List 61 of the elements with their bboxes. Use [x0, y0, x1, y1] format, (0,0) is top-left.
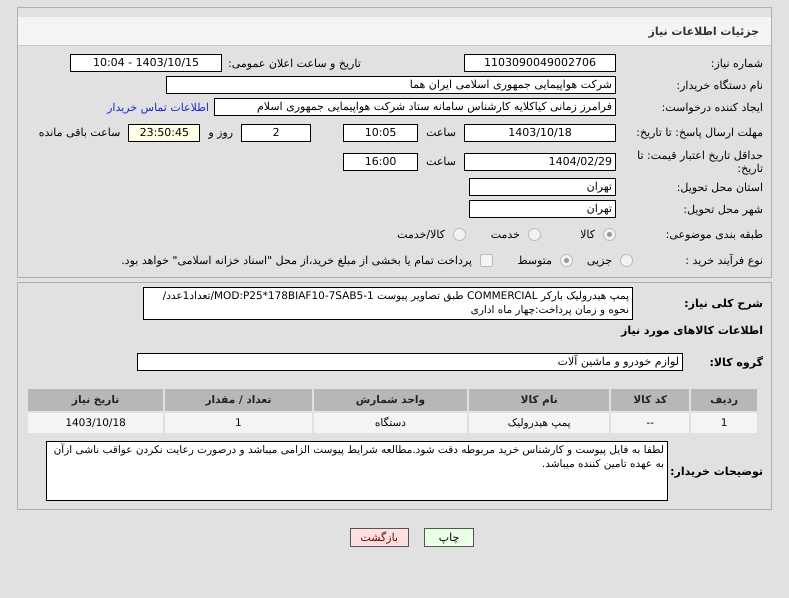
input-field[interactable]: لوازم خودرو و ماشین آلات — [137, 353, 683, 371]
back-button[interactable]: بازگشت — [350, 528, 409, 547]
radio-button[interactable] — [528, 228, 541, 241]
column-header: تاریخ نیاز — [27, 388, 164, 412]
input-field[interactable]: 2 — [241, 124, 312, 142]
column-header: ردیف — [690, 388, 758, 412]
checkbox-label: پرداخت تمام یا بخشی از مبلغ خرید،از محل "اسناد خزانه اسلامی" خواهد بود. — [121, 254, 472, 266]
text-area[interactable]: لطفا به فایل پیوست و کارشناس خرید مربوطه دقت شود.مطالعه شرایط پیوست الزامی میباشد و درصورت رعایت نکردن عواقب ناشی ازآن به عهده تامین کننده میباشد. — [46, 441, 668, 501]
radio-button[interactable] — [560, 254, 573, 266]
table-cell: -- — [610, 412, 690, 434]
field-label: نام دستگاه خریدار: — [675, 78, 763, 92]
field-label: ساعت — [425, 155, 457, 168]
field-label: روز و — [206, 126, 234, 139]
column-header: واحد شمارش — [312, 388, 468, 412]
field-label: استان محل تحویل: — [676, 180, 763, 194]
field-label: طبقه بندی موضوعی: — [664, 228, 763, 241]
input-field[interactable]: 10:05 — [343, 124, 418, 142]
table-cell: 1 — [164, 412, 313, 434]
field-label: توضیحات خریدار: — [669, 464, 763, 478]
input-field[interactable]: 1403/10/18 — [464, 124, 616, 142]
input-field[interactable]: 1404/02/29 — [464, 152, 616, 170]
radio-button[interactable] — [603, 228, 616, 241]
input-field[interactable]: 1103090049002706 — [464, 54, 616, 72]
radio-button[interactable] — [453, 228, 466, 241]
input-field[interactable]: فرامرز زمانی کیاکلایه کارشناس سامانه ستاد شرکت هواپیمایی جمهوری اسلام — [214, 98, 616, 116]
table-cell: پمپ هیدرولیک — [468, 412, 610, 434]
table-cell: دستگاه — [312, 412, 468, 434]
option-label: خدمت — [490, 228, 520, 241]
field-label: تاریخ و ساعت اعلان عمومی: — [227, 56, 362, 70]
print-button[interactable]: چاپ — [424, 528, 474, 547]
column-header: تعداد / مقدار — [164, 388, 313, 412]
option-label: متوسط — [517, 254, 552, 266]
field-label: ساعت — [425, 126, 457, 139]
input-field[interactable]: تهران — [469, 200, 616, 218]
field-label: مهلت ارسال پاسخ: تا تاریخ: — [635, 126, 763, 139]
input-field[interactable]: تهران — [469, 178, 616, 196]
input-field[interactable]: 16:00 — [343, 152, 418, 170]
contact-link[interactable]: اطلاعات تماس خریدار — [107, 100, 209, 114]
checkbox[interactable] — [480, 254, 493, 266]
option-label: جزیی — [586, 254, 612, 266]
field-label: شماره نیاز: — [710, 56, 763, 70]
field-label: شرح کلی نیاز: — [683, 297, 763, 310]
countdown-field[interactable]: 23:50:45 — [128, 124, 200, 142]
section-title: اطلاعات کالاهای مورد نیاز — [620, 324, 763, 337]
text-area[interactable]: پمپ هیدرولیک بارکر COMMERCIAL طبق تصاویر پیوست MOD:P25*178BIAF10-7SAB5-1/تعداد1عدد/نحوه و زمان پرداخت:چهار ماه اداری — [143, 287, 633, 320]
field-label: ایجاد کننده درخواست: — [660, 100, 763, 114]
option-label: کالا — [580, 228, 595, 241]
field-label: ساعت باقی مانده — [38, 126, 122, 139]
radio-button[interactable] — [620, 254, 633, 266]
column-header: نام کالا — [468, 388, 610, 412]
input-field[interactable]: شرکت هواپیمایی جمهوری اسلامی ایران هما — [166, 76, 616, 94]
input-field[interactable]: 1403/10/15 - 10:04 — [70, 54, 222, 72]
table-cell: 1403/10/18 — [27, 412, 164, 434]
option-label: کالا/خدمت — [397, 228, 445, 241]
table-cell: 1 — [690, 412, 758, 434]
field-label: حداقل تاریخ اعتبار قیمت: تا تاریخ: — [636, 148, 763, 174]
field-label: نوع فرآیند خرید : — [684, 254, 763, 266]
page-title: جزئیات اطلاعات نیاز — [648, 24, 759, 38]
column-header: کد کالا — [610, 388, 690, 412]
field-label: گروه کالا: — [708, 356, 763, 368]
field-label: شهر محل تحویل: — [682, 202, 763, 216]
